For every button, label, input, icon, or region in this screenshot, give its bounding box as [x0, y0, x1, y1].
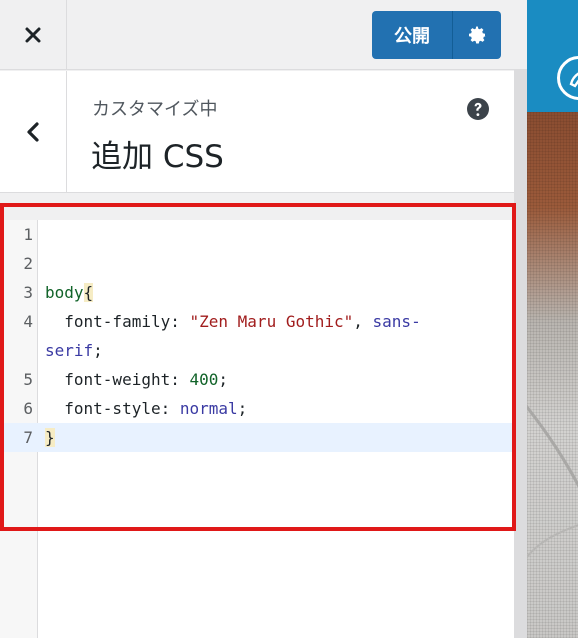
code-line[interactable]: 6 font-style: normal;: [0, 394, 514, 423]
css-string-value: "Zen Maru Gothic": [189, 312, 354, 331]
code-line[interactable]: 3 body{: [0, 278, 514, 307]
line-number: 2: [23, 254, 33, 273]
css-number-value: 400: [189, 370, 219, 389]
css-selector: body: [45, 283, 84, 302]
css-property: font-style: [64, 399, 161, 418]
code-text: font-weight: 400;: [64, 370, 229, 389]
editor-toolbar-band: [0, 194, 514, 220]
code-text: font-style: normal;: [64, 399, 248, 418]
code-line[interactable]: 4 font-family: "Zen Maru Gothic", sans-: [0, 307, 514, 336]
chevron-left-icon: [27, 122, 39, 142]
line-number: 7: [23, 428, 33, 447]
customizer-header: 公開: [0, 0, 527, 70]
code-lines[interactable]: 1 2 3 body{ 4 font-family: "Zen Maru Got…: [0, 220, 514, 452]
css-keyword-value: normal: [179, 399, 238, 418]
code-text: font-family: "Zen Maru Gothic", sans-: [64, 312, 421, 331]
brace-token: }: [45, 428, 55, 447]
question-circle-icon[interactable]: [466, 97, 490, 121]
customizer-sidebar: 公開 カスタマイズ中 追加 CSS 1 2 3 body{4 font-fam…: [0, 0, 527, 638]
code-line[interactable]: 1: [0, 220, 514, 249]
css-property: font-weight: [64, 370, 171, 389]
line-number: 6: [23, 399, 33, 418]
line-number: 5: [23, 370, 33, 389]
code-line[interactable]: 5 font-weight: 400;: [0, 365, 514, 394]
sidebar-scrollbar[interactable]: [514, 70, 527, 638]
close-button[interactable]: [0, 0, 67, 70]
section-title: 追加 CSS: [91, 139, 224, 175]
site-logo: [557, 56, 578, 100]
code-line[interactable]: 2: [0, 249, 514, 278]
gear-icon: [469, 26, 486, 44]
preview-header: [527, 0, 578, 112]
section-header: カスタマイズ中 追加 CSS: [0, 71, 527, 193]
value-separator: ,: [353, 312, 373, 331]
publish-settings-button[interactable]: [452, 11, 501, 59]
close-icon: [25, 27, 41, 43]
code-text: serif;: [45, 341, 103, 360]
css-code-editor[interactable]: 1 2 3 body{ 4 font-family: "Zen Maru Got…: [0, 194, 514, 638]
line-number: 1: [23, 225, 33, 244]
code-line-active[interactable]: 7 }: [0, 423, 514, 452]
code-text: }: [45, 423, 55, 452]
preview-hero-image: [527, 112, 578, 638]
back-button[interactable]: [0, 71, 67, 193]
line-number: 3: [23, 283, 33, 302]
css-property: font-family: [64, 312, 171, 331]
css-keyword-value: serif: [45, 341, 94, 360]
line-number: 4: [23, 312, 33, 331]
publish-button-group: 公開: [372, 11, 501, 59]
logo-icon: [569, 72, 578, 88]
brace-token: {: [83, 283, 94, 302]
code-text: body{: [45, 278, 94, 307]
css-keyword-value: sans-: [372, 312, 421, 331]
section-subtitle: カスタマイズ中: [92, 99, 218, 120]
code-line-wrapped[interactable]: serif;: [0, 336, 514, 365]
preview-image-detail: [527, 404, 578, 559]
publish-button[interactable]: 公開: [372, 11, 452, 59]
site-preview[interactable]: [527, 0, 578, 638]
